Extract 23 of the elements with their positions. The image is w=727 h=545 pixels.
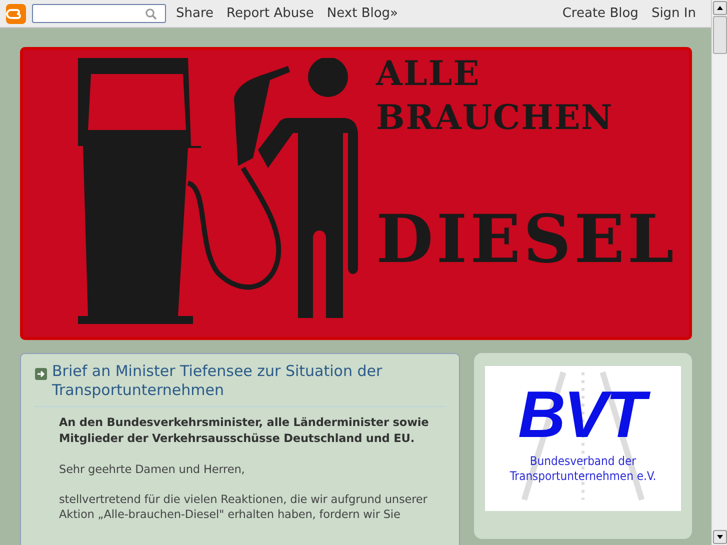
- banner-heading: DIESEL: [376, 200, 677, 278]
- blogger-logo-icon[interactable]: [6, 4, 26, 24]
- logo-caption: Bundesverband der: [530, 454, 636, 469]
- post-paragraph: stellvertretend für die vielen Reaktionen, die wir aufgrund unserer Aktion „Alle-brauchen-Diesel" erhalten haben, fordern wir Sie: [59, 492, 428, 522]
- post-title-link[interactable]: Brief an Minister Tiefensee zur Situation der Transportunternehmen: [52, 362, 445, 400]
- search-icon[interactable]: [145, 8, 157, 20]
- banner-heading: ALLE: [376, 53, 482, 96]
- scroll-thumb[interactable]: [712, 16, 726, 54]
- scroll-up-icon[interactable]: [712, 1, 726, 15]
- scrollbar[interactable]: [711, 0, 727, 545]
- arrow-icon: [35, 368, 47, 380]
- post-intro: An den Bundesverkehrsminister, alle Länderminister sowie Mitglieder der Verkehrsausschüsse Deutschland und EU.: [59, 415, 430, 447]
- nav-link[interactable]: Report Abuse: [226, 6, 314, 21]
- scroll-down-icon[interactable]: [712, 530, 726, 544]
- post-paragraph: Sehr geehrte Damen und Herren,: [59, 462, 246, 477]
- nav-link[interactable]: Share: [176, 6, 214, 21]
- search-field[interactable]: [32, 4, 166, 23]
- nav-link[interactable]: Create Blog: [562, 6, 638, 21]
- logo-letters: BVT: [514, 374, 652, 454]
- nav-link[interactable]: Sign In: [651, 6, 696, 21]
- logo-caption: Transportunternehmen e.V.: [510, 469, 656, 484]
- banner-heading: BRAUCHEN: [376, 97, 614, 140]
- nav-link[interactable]: Next Blog»: [326, 6, 398, 21]
